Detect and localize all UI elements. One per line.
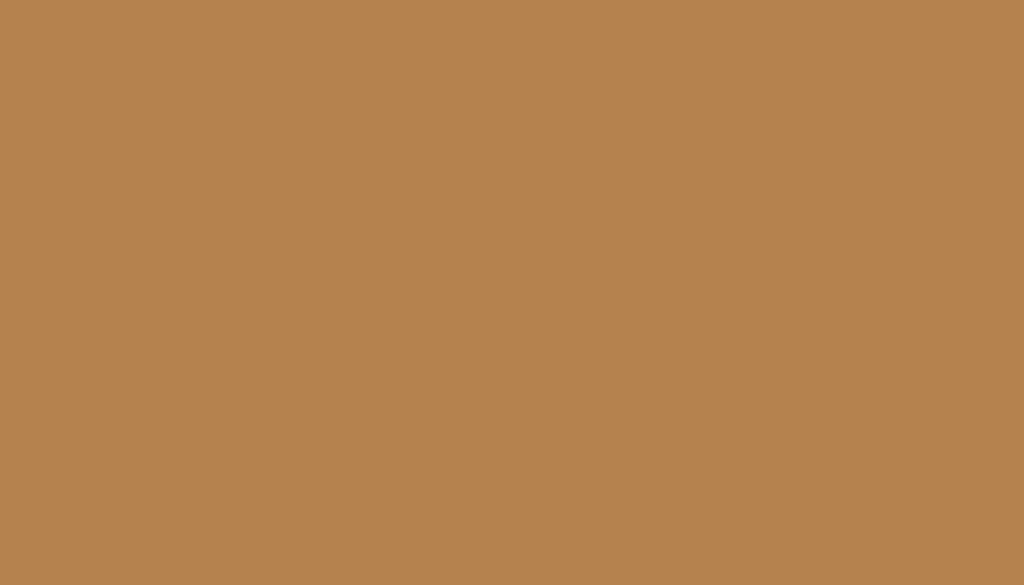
menu-grid: [0, 32, 1024, 575]
weekly-menu-board: [0, 0, 1024, 585]
bottom-bar: [0, 579, 1024, 585]
day-header-row: [37, 0, 1024, 32]
